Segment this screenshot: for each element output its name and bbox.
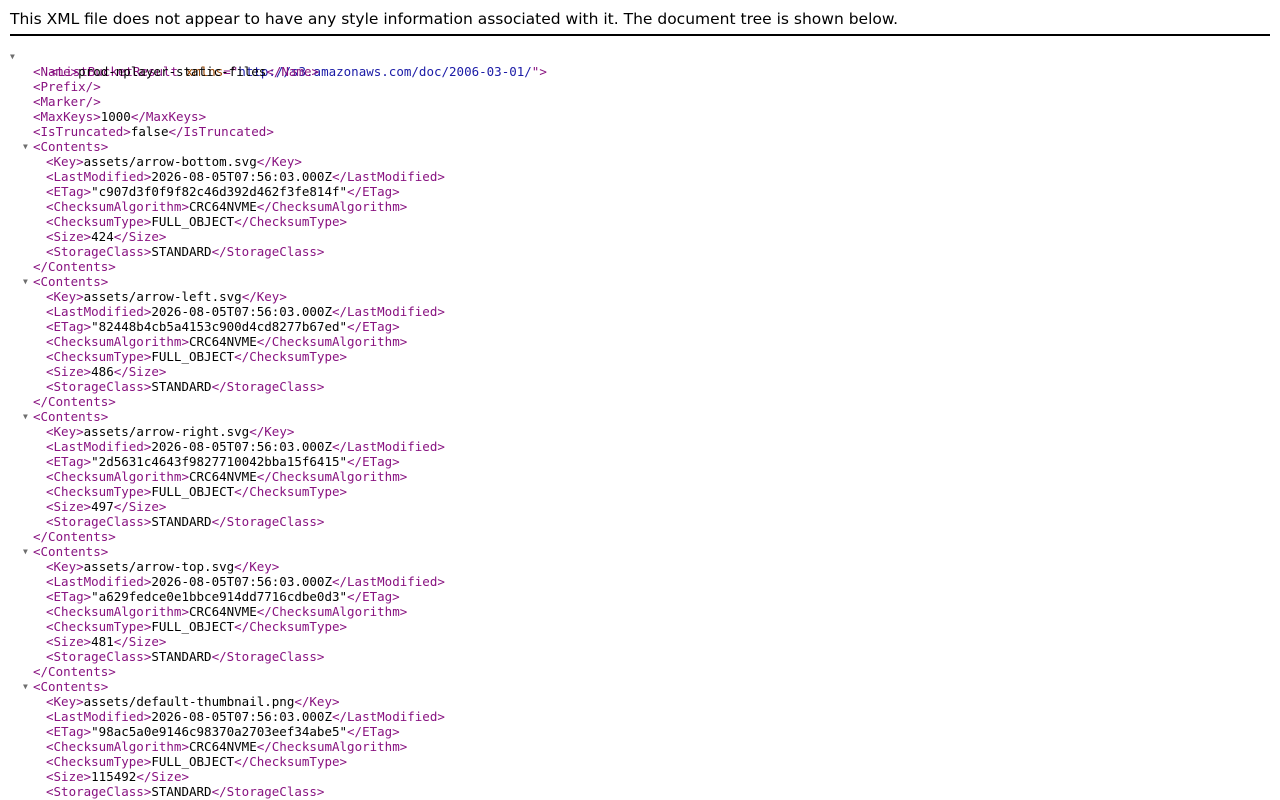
etag-line: <ETag>"c907d3f0f9f82c46d392d462f3fe814f"… <box>46 184 400 199</box>
checksumtype-line: <ChecksumType>FULL_OBJECT</ChecksumType> <box>46 349 348 364</box>
storageclass-line: <StorageClass>STANDARD</StorageClass> <box>46 244 325 259</box>
lastmodified-line: <LastModified>2026-08-05T07:56:03.000Z</… <box>46 304 445 319</box>
contents-close-line: </Contents> <box>33 664 116 679</box>
collapse-toggle-icon[interactable]: ▼ <box>23 409 33 424</box>
checksumalgorithm-line: <ChecksumAlgorithm>CRC64NVME</ChecksumAl… <box>46 199 408 214</box>
last-modified-value: 2026-08-05T07:56:03.000Z <box>151 304 332 319</box>
collapse-toggle-icon[interactable]: ▼ <box>23 544 33 559</box>
root-open-line: ▼ <ListBucketResult xmlns="http://s3.amaz… <box>10 49 1270 79</box>
etag-value: "c907d3f0f9f82c46d392d462f3fe814f" <box>91 184 348 199</box>
checksum-algorithm-value: CRC64NVME <box>189 469 257 484</box>
header-divider <box>10 34 1270 36</box>
contents-open-line: ▼ <Contents> <box>23 139 109 154</box>
checksum-type-value: FULL_OBJECT <box>151 349 235 364</box>
checksum-algorithm-value: CRC64NVME <box>189 334 257 349</box>
marker-line: <Marker/> <box>33 94 101 109</box>
checksum-type-value: FULL_OBJECT <box>151 214 235 229</box>
maxkeys-line: <MaxKeys>1000</MaxKeys> <box>33 109 207 124</box>
storage-class-value: STANDARD <box>151 514 212 529</box>
size-line: <Size>486</Size> <box>46 364 167 379</box>
contents-open-line: ▼ <Contents> <box>23 409 109 424</box>
checksum-algorithm-value: CRC64NVME <box>189 199 257 214</box>
checksum-type-value: FULL_OBJECT <box>151 754 235 769</box>
storageclass-line: <StorageClass>STANDARD</StorageClass> <box>46 514 325 529</box>
size-line: <Size>481</Size> <box>46 634 167 649</box>
storageclass-line: <StorageClass>STANDARD</StorageClass> <box>46 784 325 799</box>
contents-open-line: ▼ <Contents> <box>23 544 109 559</box>
collapse-toggle-icon[interactable]: ▼ <box>23 274 33 289</box>
name-line: <Name>prod-nplayer-static-files</Name> <box>33 64 319 79</box>
storage-class-value: STANDARD <box>151 784 212 799</box>
checksum-type-value: FULL_OBJECT <box>151 484 235 499</box>
storageclass-line: <StorageClass>STANDARD</StorageClass> <box>46 379 325 394</box>
lastmodified-line: <LastModified>2026-08-05T07:56:03.000Z</… <box>46 169 445 184</box>
checksumtype-line: <ChecksumType>FULL_OBJECT</ChecksumType> <box>46 754 348 769</box>
prefix-line: <Prefix/> <box>33 79 101 94</box>
collapse-toggle-icon[interactable]: ▼ <box>23 679 33 694</box>
size-value: 115492 <box>91 769 137 784</box>
etag-line: <ETag>"98ac5a0e9146c98370a2703eef34abe5"… <box>46 724 400 739</box>
last-modified-value: 2026-08-05T07:56:03.000Z <box>151 439 332 454</box>
size-value: 481 <box>91 634 114 649</box>
lastmodified-line: <LastModified>2026-08-05T07:56:03.000Z</… <box>46 439 445 454</box>
object-key: assets/default-thumbnail.png <box>83 694 295 709</box>
max-keys-value: 1000 <box>100 109 131 124</box>
object-key: assets/arrow-left.svg <box>83 289 242 304</box>
storage-class-value: STANDARD <box>151 379 212 394</box>
key-line: <Key>assets/arrow-top.svg</Key> <box>46 559 280 574</box>
bucket-name: prod-nplayer-static-files <box>78 64 267 79</box>
last-modified-value: 2026-08-05T07:56:03.000Z <box>151 709 332 724</box>
storage-class-value: STANDARD <box>151 649 212 664</box>
etag-line: <ETag>"a629fedce0e1bbce914dd7716cdbe0d3"… <box>46 589 400 604</box>
checksumtype-line: <ChecksumType>FULL_OBJECT</ChecksumType> <box>46 619 348 634</box>
key-line: <Key>assets/arrow-right.svg</Key> <box>46 424 295 439</box>
collapse-toggle-icon[interactable]: ▼ <box>10 49 20 64</box>
size-line: <Size>115492</Size> <box>46 769 189 784</box>
key-line: <Key>assets/arrow-bottom.svg</Key> <box>46 154 302 169</box>
etag-line: <ETag>"2d5631c4643f9827710042bba15f6415"… <box>46 454 400 469</box>
xml-style-notice: This XML file does not appear to have an… <box>10 10 899 28</box>
checksum-algorithm-value: CRC64NVME <box>189 739 257 754</box>
object-key: assets/arrow-bottom.svg <box>83 154 257 169</box>
checksumalgorithm-line: <ChecksumAlgorithm>CRC64NVME</ChecksumAl… <box>46 604 408 619</box>
storage-class-value: STANDARD <box>151 244 212 259</box>
size-value: 497 <box>91 499 114 514</box>
size-value: 486 <box>91 364 114 379</box>
lastmodified-line: <LastModified>2026-08-05T07:56:03.000Z</… <box>46 574 445 589</box>
contents-close-line: </Contents> <box>33 394 116 409</box>
checksumalgorithm-line: <ChecksumAlgorithm>CRC64NVME</ChecksumAl… <box>46 739 408 754</box>
last-modified-value: 2026-08-05T07:56:03.000Z <box>151 169 332 184</box>
checksum-type-value: FULL_OBJECT <box>151 619 235 634</box>
lastmodified-line: <LastModified>2026-08-05T07:56:03.000Z</… <box>46 709 445 724</box>
object-key: assets/arrow-top.svg <box>83 559 235 574</box>
size-line: <Size>497</Size> <box>46 499 167 514</box>
contents-close-line: </Contents> <box>33 259 116 274</box>
etag-value: "a629fedce0e1bbce914dd7716cdbe0d3" <box>91 589 348 604</box>
etag-value: "98ac5a0e9146c98370a2703eef34abe5" <box>91 724 348 739</box>
object-key: assets/arrow-right.svg <box>83 424 250 439</box>
contents-open-line: ▼ <Contents> <box>23 274 109 289</box>
etag-value: "2d5631c4643f9827710042bba15f6415" <box>91 454 348 469</box>
size-line: <Size>424</Size> <box>46 229 167 244</box>
etag-value: "82448b4cb5a4153c900d4cd8277b67ed" <box>91 319 348 334</box>
etag-line: <ETag>"82448b4cb5a4153c900d4cd8277b67ed"… <box>46 319 400 334</box>
checksumalgorithm-line: <ChecksumAlgorithm>CRC64NVME</ChecksumAl… <box>46 469 408 484</box>
size-value: 424 <box>91 229 114 244</box>
storageclass-line: <StorageClass>STANDARD</StorageClass> <box>46 649 325 664</box>
key-line: <Key>assets/arrow-left.svg</Key> <box>46 289 287 304</box>
checksumalgorithm-line: <ChecksumAlgorithm>CRC64NVME</ChecksumAl… <box>46 334 408 349</box>
last-modified-value: 2026-08-05T07:56:03.000Z <box>151 574 332 589</box>
checksumtype-line: <ChecksumType>FULL_OBJECT</ChecksumType> <box>46 484 348 499</box>
xml-document-tree: ▼ <ListBucketResult xmlns="http://s3.amaz… <box>10 49 1270 799</box>
checksum-algorithm-value: CRC64NVME <box>189 604 257 619</box>
checksumtype-line: <ChecksumType>FULL_OBJECT</ChecksumType> <box>46 214 348 229</box>
istruncated-line: <IsTruncated>false</IsTruncated> <box>33 124 274 139</box>
contents-open-line: ▼ <Contents> <box>23 679 109 694</box>
is-truncated-value: false <box>130 124 169 139</box>
contents-close-line: </Contents> <box>33 529 116 544</box>
key-line: <Key>assets/default-thumbnail.png</Key> <box>46 694 340 709</box>
collapse-toggle-icon[interactable]: ▼ <box>23 139 33 154</box>
